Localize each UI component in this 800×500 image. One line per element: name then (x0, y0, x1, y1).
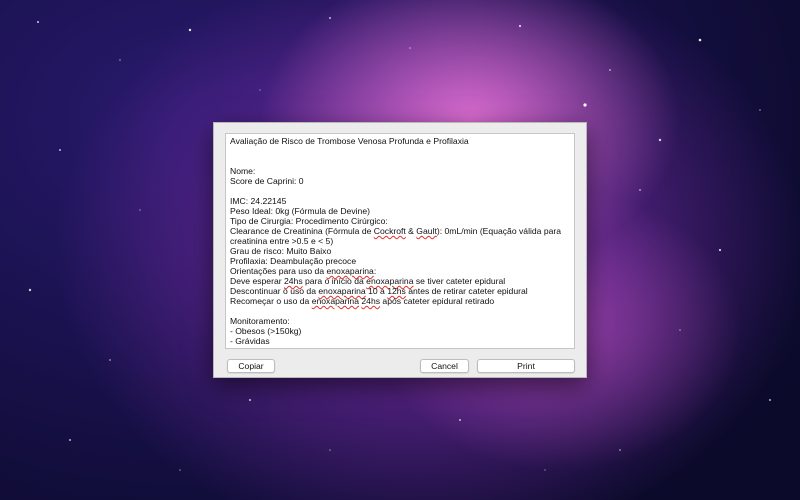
report-text-segment: após cateter epidural retirado (380, 296, 495, 306)
report-text-segment: antes de retirar cateter epidural (405, 286, 528, 296)
report-line (230, 156, 570, 166)
report-text-segment: - Obesos (>150kg) (230, 326, 302, 336)
report-line (230, 146, 570, 156)
report-text-segment: Avaliação de Risco de Trombose Venosa Pr… (230, 136, 469, 146)
report-text-segment: Profilaxia: Deambulação precoce (230, 256, 357, 266)
report-line: - Grávidas (230, 336, 570, 346)
report-text-segment: se tiver cateter epidural (413, 276, 506, 286)
report-line: Score de Caprini: 0 (230, 176, 570, 186)
report-text-segment: Peso Ideal: 0kg (Fórmula de Devine) (230, 206, 370, 216)
misspelled-word: 12hs (387, 286, 406, 296)
report-line: Grau de risco: Muito Baixo (230, 246, 570, 256)
report-text-segment: Grau de risco: Muito Baixo (230, 246, 332, 256)
misspelled-word: Cockroft (373, 226, 406, 236)
report-text-segment: para o início da (302, 276, 367, 286)
report-text-segment: - Insuficiência Renal (Clearance creatin… (230, 346, 439, 348)
print-button[interactable]: Print (477, 359, 575, 373)
report-text-segment: Recomeçar o uso da (230, 296, 312, 306)
report-text-segment: Orientações para uso da (230, 266, 327, 276)
misspelled-word: 24hs (283, 276, 303, 286)
report-text-segment: : (373, 266, 377, 276)
report-line: Profilaxia: Deambulação precoce (230, 256, 570, 266)
misspelled-word: enoxaparina (311, 296, 359, 306)
report-line: Clearance de Creatinina (Fórmula de Cock… (230, 226, 570, 236)
report-text-segment: 10 a (365, 286, 388, 296)
report-line: - Obesos (>150kg) (230, 326, 570, 336)
copy-button[interactable]: Copiar (227, 359, 275, 373)
report-text-segment: Tipo de Cirurgia: Procedimento Cirúrgico… (230, 216, 388, 226)
misspelled-word: enoxaparina (318, 286, 366, 296)
report-text-segment: Descontinuar o uso da (230, 286, 319, 296)
misspelled-word: enoxaparina (366, 276, 414, 286)
report-dialog: Avaliação de Risco de Trombose Venosa Pr… (213, 122, 587, 378)
report-line: creatinina entre >0.5 e < 5) (230, 236, 570, 246)
report-text-segment: - Grávidas (230, 336, 270, 346)
report-text-segment: & (405, 226, 417, 236)
misspelled-word: 24hs (361, 296, 381, 306)
report-line: Descontinuar o uso da enoxaparina 10 a 1… (230, 286, 570, 296)
report-text-segment: Score de Caprini: 0 (230, 176, 304, 186)
report-line: Deve esperar 24hs para o início da enoxa… (230, 276, 570, 286)
report-text-segment: creatinina entre >0.5 e < 5) (230, 236, 334, 246)
report-line: Orientações para uso da enoxaparina: (230, 266, 570, 276)
report-line: Nome: (230, 166, 570, 176)
report-text-segment: Clearance de Creatinina (Fórmula de (230, 226, 374, 236)
misspelled-word: enoxaparina (326, 266, 374, 276)
misspelled-word: Gault (416, 226, 437, 236)
report-text-area[interactable]: Avaliação de Risco de Trombose Venosa Pr… (225, 133, 575, 349)
report-line: Monitoramento: (230, 316, 570, 326)
report-line (230, 306, 570, 316)
report-line: Recomeçar o uso da enoxaparina 24hs após… (230, 296, 570, 306)
report-text-segment: Nome: (230, 166, 256, 176)
report-text-segment: Monitoramento: (230, 316, 290, 326)
report-text-segment: IMC: 24.22145 (230, 196, 287, 206)
report-line: IMC: 24.22145 (230, 196, 570, 206)
report-line: - Insuficiência Renal (Clearance creatin… (230, 346, 570, 348)
report-line: Tipo de Cirurgia: Procedimento Cirúrgico… (230, 216, 570, 226)
cancel-button[interactable]: Cancel (420, 359, 469, 373)
report-line (230, 186, 570, 196)
report-line: Avaliação de Risco de Trombose Venosa Pr… (230, 136, 570, 146)
report-text-segment: Deve esperar (230, 276, 284, 286)
report-text-segment: ): 0mL/min (Equação válida para (436, 226, 562, 236)
report-line: Peso Ideal: 0kg (Fórmula de Devine) (230, 206, 570, 216)
